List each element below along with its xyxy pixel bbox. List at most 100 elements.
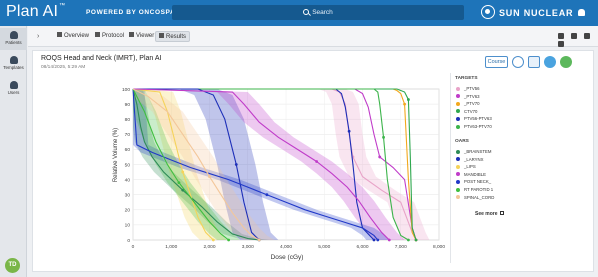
legend-item-oar-6[interactable]: SPINAL_CORD <box>456 195 494 201</box>
dvh-point <box>407 98 410 101</box>
page-title: ROQS Head and Neck (IMRT), Plan AI <box>41 55 162 62</box>
y-tick-label: 30 <box>125 193 131 199</box>
legend-swatch <box>456 94 460 99</box>
search-label: Search <box>312 9 333 16</box>
legend-label: MANDIBLE <box>464 171 486 177</box>
home-icon <box>57 32 62 37</box>
see-more-link[interactable]: See more <box>475 211 504 217</box>
trademark: ™ <box>59 3 66 9</box>
legend-swatch <box>456 164 460 169</box>
legend-label: RT PAROTID 1 <box>464 187 494 192</box>
x-tick-label: 5,000 <box>318 244 330 250</box>
legend-item-target-5[interactable]: PTV63-PTV70 <box>456 124 492 130</box>
dvh-point <box>414 238 418 242</box>
x-tick-label: 0 <box>132 244 135 250</box>
see-more-label: See more <box>475 211 498 217</box>
dvh-point <box>234 163 238 166</box>
sidebar: Patients Templates Users <box>0 26 27 277</box>
settings-icon[interactable] <box>512 56 524 68</box>
brand-name: SUN NUCLEAR <box>499 8 574 18</box>
tab-label: Overview <box>64 33 90 39</box>
dvh-point <box>227 238 231 242</box>
dvh-point <box>265 193 269 197</box>
search-icon <box>303 9 310 15</box>
legend-label: _BRAINSTEM <box>464 149 492 154</box>
legend-label: SPINAL_CORD <box>464 194 495 200</box>
sidebar-item-patients[interactable]: Patients <box>0 28 27 50</box>
sun-nuclear-logo-icon <box>481 5 495 19</box>
legend-item-target-4[interactable]: PTV56-PTV63 <box>456 116 492 122</box>
legend-label: _LARYNX <box>464 156 484 162</box>
tab-label: Protocol <box>102 33 125 39</box>
x-tick-label: 1,000 <box>165 244 177 250</box>
toolbar-icons <box>558 33 598 49</box>
results-panel: ROQS Head and Neck (IMRT), Plan AI 08/14… <box>32 50 594 272</box>
y-tick-label: 90 <box>125 102 131 108</box>
app-logo[interactable]: Plan AI™ <box>6 3 65 21</box>
legend-item-target-3[interactable]: CTV70 <box>456 109 477 115</box>
legend-label: _LIPS <box>464 164 476 170</box>
legend-item-oar-0[interactable]: _BRAINSTEM <box>456 149 491 155</box>
legend-label: PTV56-PTV63 <box>464 116 492 122</box>
sidebar-item-users[interactable]: Users <box>0 78 27 100</box>
dvh-point <box>208 175 211 178</box>
user-avatar[interactable]: TD <box>5 258 20 273</box>
chat-icon[interactable] <box>558 41 564 47</box>
legend-swatch <box>456 101 460 106</box>
users-icon <box>9 81 18 89</box>
legend-item-target-2[interactable]: _PTV70 <box>456 101 480 107</box>
save-icon[interactable] <box>560 56 572 68</box>
sidebar-item-templates[interactable]: Templates <box>0 53 27 75</box>
legend-targets-heading: TARGETS <box>455 76 478 81</box>
tab-results[interactable]: Results <box>155 31 191 42</box>
tab-viewer[interactable]: Viewer <box>126 31 157 42</box>
x-tick-label: 4,000 <box>280 244 292 250</box>
dvh-point <box>387 238 391 242</box>
templates-icon <box>9 56 18 64</box>
dvh-point <box>382 135 385 139</box>
dvh-point <box>347 129 351 133</box>
legend-item-target-1[interactable]: _PTV63 <box>456 94 480 100</box>
dvh-point <box>257 238 261 242</box>
dvh-point <box>378 155 382 159</box>
y-tick-label: 10 <box>125 223 131 229</box>
course-button[interactable]: Course <box>485 56 508 68</box>
send-icon[interactable] <box>544 56 556 68</box>
search-bar[interactable]: Search <box>172 5 464 20</box>
legend-item-oar-5[interactable]: RT PAROTID 1 <box>456 187 493 193</box>
y-tick-label: 40 <box>125 177 131 183</box>
legend-item-target-0[interactable]: _PTV56 <box>456 86 480 92</box>
legend-item-oar-1[interactable]: _LARYNX <box>456 157 484 163</box>
comment-icon[interactable] <box>584 33 590 39</box>
tab-label: Results <box>166 34 187 40</box>
star-icon[interactable] <box>528 56 540 68</box>
legend-label: _PTV63 <box>464 93 480 99</box>
legend-swatch <box>456 124 460 129</box>
tab-overview[interactable]: Overview <box>54 31 92 42</box>
info-icon[interactable] <box>558 33 564 39</box>
x-tick-label: 3,000 <box>242 244 254 250</box>
chart-icon <box>159 33 164 38</box>
sidebar-item-label: Templates <box>3 65 24 70</box>
legend-label: _PTV70 <box>464 101 480 107</box>
notification-bell-icon[interactable] <box>578 9 585 16</box>
sidebar-item-label: Users <box>7 90 20 95</box>
legend-item-oar-2[interactable]: _LIPS <box>456 164 476 170</box>
legend-label: _PTV56 <box>464 86 480 91</box>
app-name: Plan AI <box>6 3 59 20</box>
y-tick-label: 20 <box>125 208 131 214</box>
sidebar-item-label: Patients <box>5 40 22 45</box>
y-tick-label: 0 <box>127 238 130 244</box>
legend-item-oar-3[interactable]: MANDIBLE <box>456 172 486 178</box>
dvh-point <box>181 170 185 174</box>
legend-label: POST NECK_ <box>464 179 492 185</box>
dvh-point <box>315 160 318 163</box>
tab-bar: › Overview Protocol Viewer Results <box>28 26 598 47</box>
tab-protocol[interactable]: Protocol <box>92 31 127 42</box>
chevron-right-icon[interactable]: › <box>37 33 39 40</box>
legend-swatch <box>456 179 460 184</box>
check-icon[interactable] <box>571 33 577 39</box>
powered-by-text: POWERED BY ONCOSPACE <box>86 9 186 16</box>
legend-item-oar-4[interactable]: POST NECK_ <box>456 179 491 185</box>
y-tick-label: 80 <box>125 117 131 123</box>
